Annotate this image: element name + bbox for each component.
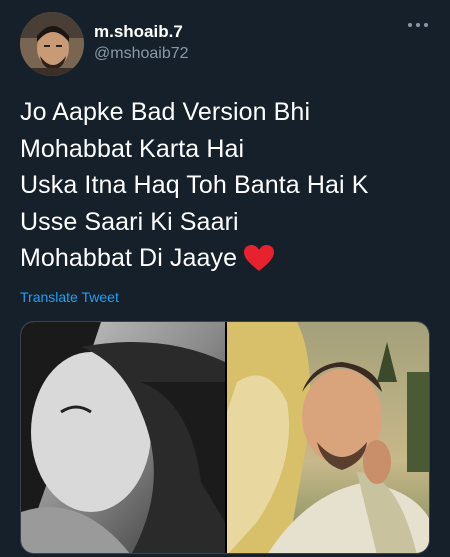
tweet-line: Jo Aapke Bad Version Bhi — [20, 98, 311, 126]
tweet-header: m.shoaib.7 @mshoaib72 — [20, 12, 438, 76]
more-options-icon[interactable] — [406, 18, 430, 32]
bw-couple-photo — [21, 322, 225, 553]
tweet-line: Uska Itna Haq Toh Banta Hai K — [20, 171, 369, 199]
avatar[interactable] — [20, 12, 84, 76]
display-name[interactable]: m.shoaib.7 — [94, 22, 189, 42]
tweet-media[interactable] — [20, 321, 430, 554]
tweet-card[interactable]: m.shoaib.7 @mshoaib72 Jo Aapke Bad Versi… — [0, 0, 450, 557]
user-handle[interactable]: @mshoaib72 — [94, 44, 189, 64]
photo-right[interactable] — [227, 322, 429, 553]
tweet-line-text: Mohabbat Di Jaaye — [20, 244, 238, 272]
translate-tweet-link[interactable]: Translate Tweet — [20, 289, 119, 305]
tweet-text: Jo Aapke Bad Version Bhi Mohabbat Karta … — [20, 94, 430, 277]
avatar-photo — [20, 12, 84, 76]
user-names: m.shoaib.7 @mshoaib72 — [94, 22, 189, 64]
tweet-line: Usse Saari Ki Saari — [20, 207, 239, 236]
tweet-line: Mohabbat Karta Hai — [20, 134, 245, 163]
tweet-line-last: Mohabbat Di Jaaye — [20, 240, 430, 277]
color-couple-photo — [227, 322, 429, 553]
heart-icon — [244, 245, 275, 271]
photo-left[interactable] — [21, 322, 225, 553]
